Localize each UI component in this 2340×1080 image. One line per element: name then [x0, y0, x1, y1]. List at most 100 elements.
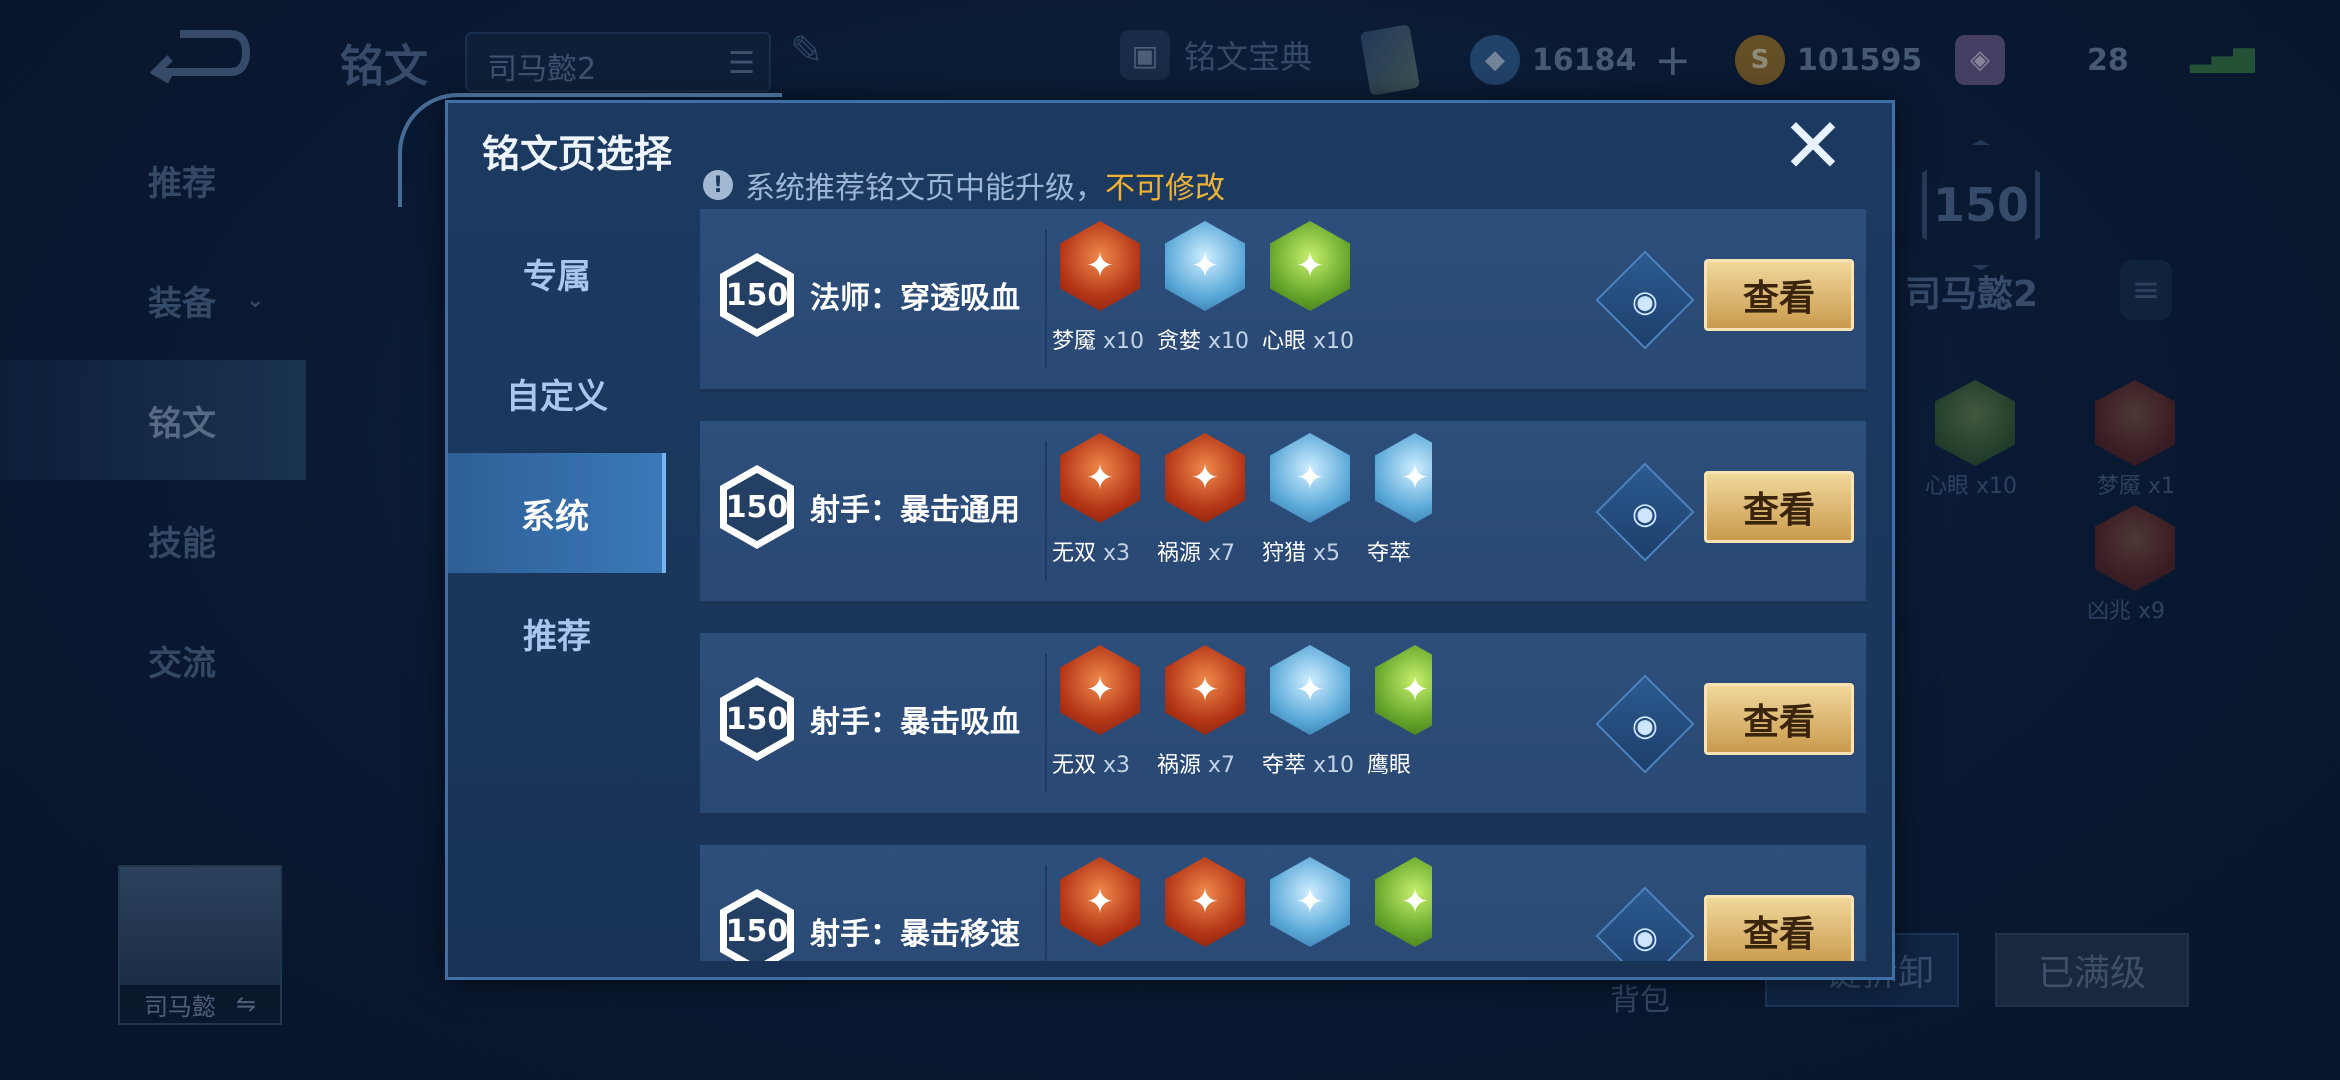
rune-label: 贪婪 x10 [1157, 323, 1249, 355]
rune-name: 鹰眼 [1367, 753, 1412, 778]
rune-icon: ✦ [1270, 221, 1350, 311]
rune-icon: ✦ [1270, 645, 1350, 735]
level-value: 150 [727, 897, 787, 961]
rune-count: x5 [1313, 541, 1341, 566]
rune-icon: ✦ [1165, 433, 1245, 523]
notice-text: 系统推荐铭文页中能升级， [745, 171, 1105, 206]
rune-item[interactable]: ✦ 鹰眼 [1367, 643, 1432, 793]
rune-count: x10 [1313, 753, 1355, 778]
divider [1045, 441, 1047, 581]
rune-icon: ✦ [1060, 221, 1140, 311]
close-icon[interactable]: ✕ [1778, 108, 1848, 184]
rune-page-list[interactable]: 150 法师：穿透吸血 ✦ 梦魇 x10 ✦ 贪婪 x10 ✦ 心眼 x10 ◉… [700, 209, 1866, 961]
level-badge: 150 [720, 677, 794, 761]
rune-icon: ✦ [1060, 433, 1140, 523]
rune-count: x10 [1208, 329, 1250, 354]
tab-system[interactable]: 系统 [448, 453, 666, 573]
rune-item[interactable]: ✦ 祸源 x7 [1157, 431, 1257, 581]
rune-page-name: 射手：暴击通用 [810, 493, 1020, 528]
rune-page-row[interactable]: 150 射手：暴击吸血 ✦ 无双 x3 ✦ 祸源 x7 ✦ 夺萃 x10 ✦ 鹰… [700, 633, 1866, 817]
rune-page-row[interactable]: 150 法师：穿透吸血 ✦ 梦魇 x10 ✦ 贪婪 x10 ✦ 心眼 x10 ◉… [700, 209, 1866, 393]
preview-button[interactable]: ◉ [1595, 886, 1695, 961]
preview-button[interactable]: ◉ [1595, 250, 1695, 350]
rune-icon: ✦ [1375, 857, 1432, 947]
rune-label: 狩猎 x5 [1262, 535, 1340, 567]
rune-label: 夺萃 [1367, 535, 1411, 567]
rune-name: 狩猎 [1262, 541, 1307, 566]
rune-count: x10 [1103, 329, 1145, 354]
rune-icon: ✦ [1060, 857, 1140, 947]
rune-list: ✦ 梦魇 x10 ✦ 贪婪 x10 ✦ 心眼 x10 [1052, 219, 1432, 379]
rune-item[interactable]: ✦ 梦魇 x10 [1052, 219, 1152, 369]
rune-label: 无双 x3 [1052, 535, 1130, 567]
rune-label: 鹰眼 [1367, 747, 1411, 779]
rune-item[interactable]: ✦ [1052, 855, 1152, 961]
notice-warning: 不可修改 [1105, 171, 1225, 206]
rune-icon: ✦ [1270, 857, 1350, 947]
view-button[interactable]: 查看 [1704, 895, 1854, 961]
rune-count: x3 [1103, 753, 1131, 778]
rune-item[interactable]: ✦ 夺萃 x10 [1262, 643, 1362, 793]
rune-item[interactable]: ✦ [1262, 855, 1362, 961]
level-value: 150 [727, 685, 787, 753]
rune-icon: ✦ [1375, 645, 1432, 735]
level-badge: 150 [720, 465, 794, 549]
rune-page-row[interactable]: 150 射手：暴击移速 ✦ ✦ ✦ ✦ ◉ 查看 [700, 845, 1866, 961]
rune-name: 夺萃 [1367, 541, 1412, 566]
preview-button[interactable]: ◉ [1595, 462, 1695, 562]
rune-count: x3 [1103, 541, 1131, 566]
rune-label: 心眼 x10 [1262, 323, 1354, 355]
rune-icon: ✦ [1165, 857, 1245, 947]
rune-icon: ✦ [1060, 645, 1140, 735]
modal-title: 铭文页选择 [482, 132, 673, 176]
rune-name: 无双 [1052, 753, 1097, 778]
rune-item[interactable]: ✦ 狩猎 x5 [1262, 431, 1362, 581]
rune-name: 夺萃 [1262, 753, 1307, 778]
rune-list: ✦ 无双 x3 ✦ 祸源 x7 ✦ 夺萃 x10 ✦ 鹰眼 [1052, 643, 1432, 803]
rune-page-select-modal: 铭文页选择 ✕ ! 系统推荐铭文页中能升级，不可修改 专属 自定义 系统 推荐 … [398, 93, 1895, 980]
rune-label: 祸源 x7 [1157, 535, 1235, 567]
level-badge: 150 [720, 253, 794, 337]
tab-list: 专属 自定义 系统 推荐 [448, 213, 666, 693]
rune-item[interactable]: ✦ [1157, 855, 1257, 961]
divider [1045, 653, 1047, 793]
rune-count: x10 [1313, 329, 1355, 354]
rune-count: x7 [1208, 541, 1236, 566]
rune-name: 梦魇 [1052, 329, 1097, 354]
rune-item[interactable]: ✦ 无双 x3 [1052, 431, 1152, 581]
rune-icon: ✦ [1165, 645, 1245, 735]
rune-list: ✦ ✦ ✦ ✦ [1052, 855, 1432, 961]
rune-page-row[interactable]: 150 射手：暴击通用 ✦ 无双 x3 ✦ 祸源 x7 ✦ 狩猎 x5 ✦ 夺萃… [700, 421, 1866, 605]
eye-icon: ◉ [1631, 283, 1659, 319]
rune-label: 梦魇 x10 [1052, 323, 1144, 355]
rune-icon: ✦ [1375, 433, 1432, 523]
tab-exclusive[interactable]: 专属 [448, 213, 666, 333]
rune-list: ✦ 无双 x3 ✦ 祸源 x7 ✦ 狩猎 x5 ✦ 夺萃 [1052, 431, 1432, 591]
notice: ! 系统推荐铭文页中能升级，不可修改 [703, 163, 1225, 207]
rune-item[interactable]: ✦ 祸源 x7 [1157, 643, 1257, 793]
divider [1045, 865, 1047, 961]
rune-item[interactable]: ✦ 夺萃 [1367, 431, 1432, 581]
rune-name: 贪婪 [1157, 329, 1202, 354]
exclamation-icon: ! [703, 170, 733, 200]
tab-custom[interactable]: 自定义 [448, 333, 666, 453]
rune-page-name: 法师：穿透吸血 [810, 281, 1020, 316]
view-button[interactable]: 查看 [1704, 471, 1854, 543]
rune-item[interactable]: ✦ 贪婪 x10 [1157, 219, 1257, 369]
eye-icon: ◉ [1631, 919, 1659, 955]
rune-item[interactable]: ✦ [1367, 855, 1432, 961]
preview-button[interactable]: ◉ [1595, 674, 1695, 774]
rune-item[interactable]: ✦ 心眼 x10 [1262, 219, 1362, 369]
rune-label: 无双 x3 [1052, 747, 1130, 779]
rune-name: 心眼 [1262, 329, 1307, 354]
view-button[interactable]: 查看 [1704, 259, 1854, 331]
tab-recommend[interactable]: 推荐 [448, 573, 666, 693]
view-button[interactable]: 查看 [1704, 683, 1854, 755]
rune-name: 祸源 [1157, 541, 1202, 566]
rune-name: 无双 [1052, 541, 1097, 566]
eye-icon: ◉ [1631, 707, 1659, 743]
rune-label: 夺萃 x10 [1262, 747, 1354, 779]
rune-name: 祸源 [1157, 753, 1202, 778]
rune-item[interactable]: ✦ 无双 x3 [1052, 643, 1152, 793]
rune-icon: ✦ [1165, 221, 1245, 311]
